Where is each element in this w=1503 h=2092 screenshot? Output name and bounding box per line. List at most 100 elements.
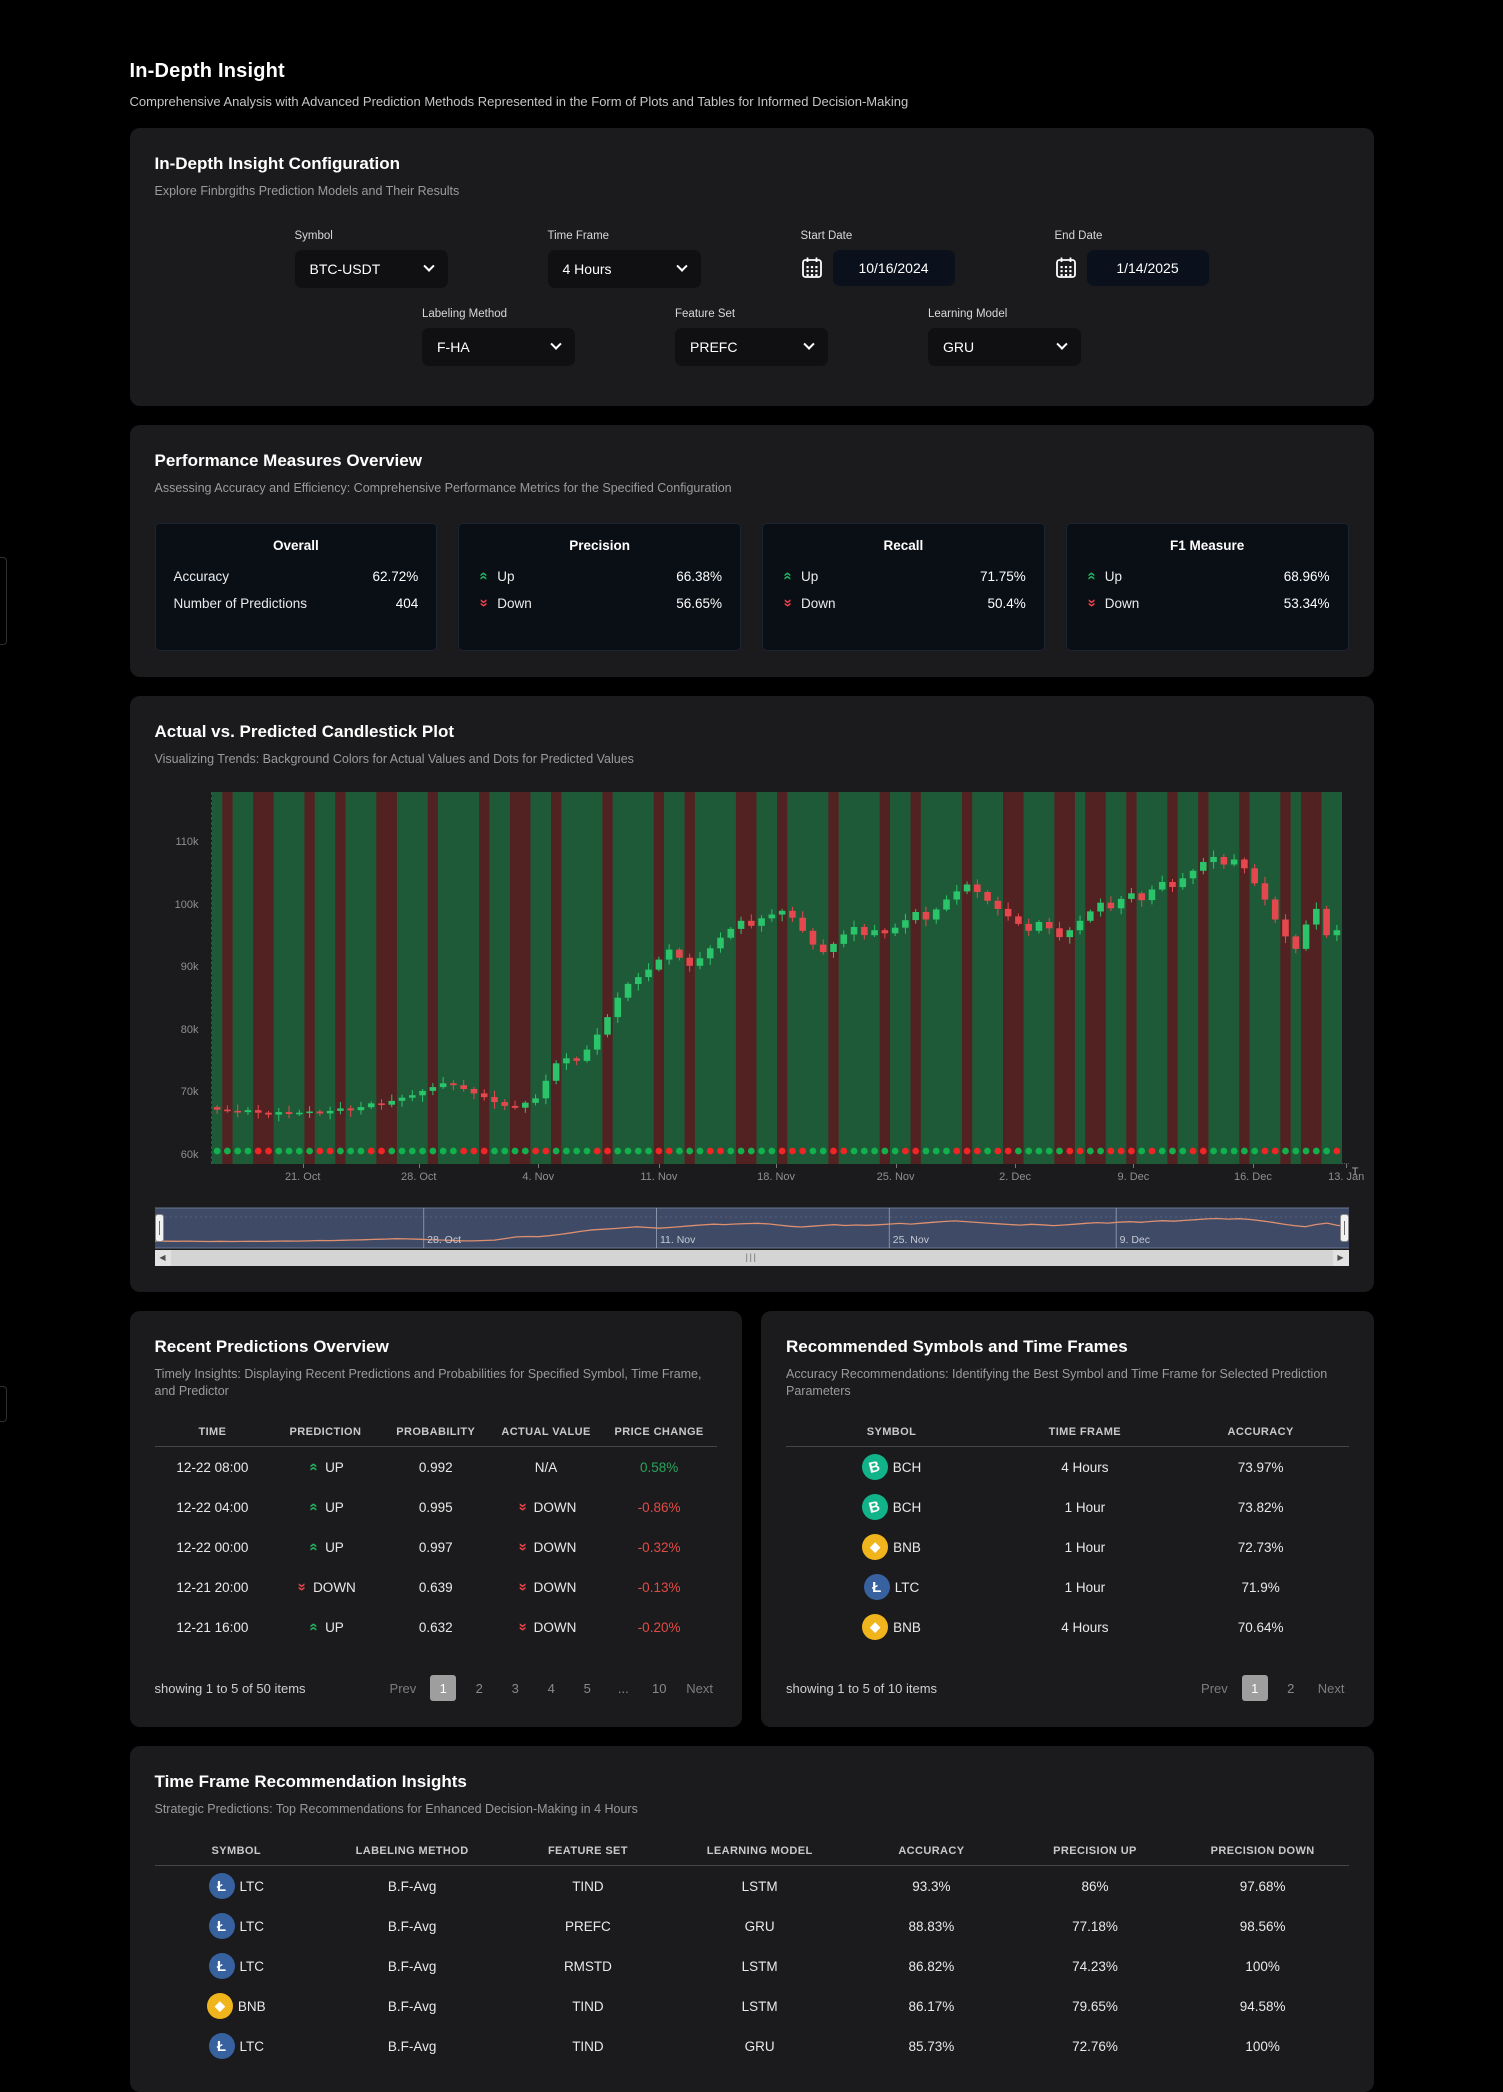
metric-label: «Up <box>1085 569 1122 584</box>
metric-label: «Down <box>477 596 532 611</box>
ltc-coin-icon: Ł <box>209 1953 235 1979</box>
column-header: PRECISION UP <box>1013 1845 1177 1857</box>
feature-set-select[interactable]: PREFC <box>675 328 828 366</box>
labeling-method-select[interactable]: F-HA <box>422 328 575 366</box>
candlestick-plot-area[interactable] <box>211 792 1349 1164</box>
range-navigator[interactable]: 28. Oct11. Nov25. Nov9. Dec <box>155 1206 1349 1250</box>
column-header: PROBABILITY <box>381 1426 491 1438</box>
page-button-10[interactable]: 10 <box>646 1675 672 1701</box>
labeling-method-cell: B.F-Avg <box>318 2039 506 2054</box>
column-header: PRECISION DOWN <box>1177 1845 1349 1857</box>
accuracy-cell: 72.73% <box>1173 1540 1349 1555</box>
next-button[interactable]: Next <box>682 1681 717 1696</box>
price-change-cell: -0.32% <box>601 1540 717 1555</box>
chevron-down-icon <box>550 338 561 349</box>
probability-cell: 0.632 <box>381 1620 491 1635</box>
accuracy-cell: 70.64% <box>1173 1620 1349 1635</box>
next-button[interactable]: Next <box>1314 1681 1349 1696</box>
chevron-down-icon: « <box>517 1581 527 1594</box>
select-value: 4 Hours <box>563 261 612 277</box>
scrollbar-grip[interactable]: ||| <box>746 1252 758 1263</box>
time-frame-select[interactable]: 4 Hours <box>548 250 701 288</box>
x-tick <box>1133 1164 1134 1168</box>
symbol-select[interactable]: BTC-USDT <box>295 250 448 288</box>
scrollbar-left-arrow-icon[interactable]: ◀ <box>155 1250 171 1266</box>
table-row: ◆BNBB.F-AvgTINDLSTM86.17%79.65%94.58% <box>155 1986 1349 2026</box>
page-button-2[interactable]: 2 <box>466 1675 492 1701</box>
table-row: BBCH1 Hour73.82% <box>786 1487 1349 1527</box>
chevron-up-icon: « <box>309 1541 319 1554</box>
viewport-edge-artifact <box>0 1386 7 1422</box>
x-tick <box>659 1164 660 1168</box>
field-label: Time Frame <box>548 230 701 242</box>
precision-up-cell: 72.76% <box>1013 2039 1177 2054</box>
field-label: Feature Set <box>675 308 828 320</box>
navigator-tick-label: 11. Nov <box>660 1234 695 1246</box>
card-title: Overall <box>174 538 419 553</box>
start-date-input[interactable]: 10/16/2024 <box>833 250 955 286</box>
metric-label: «Down <box>781 596 836 611</box>
page-button-1[interactable]: 1 <box>430 1675 456 1701</box>
metric-label: Number of Predictions <box>174 596 308 611</box>
dashboard-page: In-Depth Insight Comprehensive Analysis … <box>130 0 1374 2092</box>
chevron-up-icon: « <box>479 570 489 583</box>
recommended-symbols-panel: Recommended Symbols and Time Frames Accu… <box>761 1311 1374 1728</box>
time-cell: 12-22 00:00 <box>155 1540 271 1555</box>
y-tick-label: 90k <box>181 961 199 973</box>
page-button-5[interactable]: 5 <box>574 1675 600 1701</box>
navigator-svg <box>155 1206 1349 1250</box>
x-axis-end-label: T <box>1352 1166 1359 1178</box>
performance-subtitle: Assessing Accuracy and Efficiency: Compr… <box>155 480 1349 497</box>
performance-title: Performance Measures Overview <box>155 451 1349 471</box>
x-tick <box>1015 1164 1016 1168</box>
labeling-method-cell: B.F-Avg <box>318 1919 506 1934</box>
scrollbar-right-arrow-icon[interactable]: ▶ <box>1333 1250 1349 1266</box>
card-metric-row: Accuracy62.72% <box>174 569 419 584</box>
column-header: ACCURACY <box>850 1845 1014 1857</box>
chart-scrollbar[interactable]: ◀ ||| ▶ <box>155 1250 1349 1266</box>
navigator-right-handle[interactable] <box>1340 1214 1349 1242</box>
page-button-3[interactable]: 3 <box>502 1675 528 1701</box>
card-title: Recall <box>781 538 1026 553</box>
calendar-icon <box>801 256 823 280</box>
table-row: ŁLTCB.F-AvgRMSTDLSTM86.82%74.23%100% <box>155 1946 1349 1986</box>
feature-set-cell: TIND <box>506 1999 670 2014</box>
metric-label: «Up <box>477 569 514 584</box>
end-date-input[interactable]: 1/14/2025 <box>1087 250 1209 286</box>
page-button-1[interactable]: 1 <box>1242 1675 1268 1701</box>
column-header: ACCURACY <box>1173 1426 1349 1438</box>
direction-label: DOWN <box>313 1580 356 1595</box>
metric-value: 66.38% <box>676 569 722 584</box>
page-button-2[interactable]: 2 <box>1278 1675 1304 1701</box>
labeling-method-cell: B.F-Avg <box>318 1999 506 2014</box>
symbol-cell: Ł LTC <box>786 1574 997 1600</box>
probability-cell: 0.639 <box>381 1580 491 1595</box>
time-frame-cell: 1 Hour <box>997 1540 1173 1555</box>
navigator-tick-label: 28. Oct <box>427 1234 461 1246</box>
coin-glyph: Ł <box>872 1579 881 1596</box>
metric-value: 50.4% <box>987 596 1025 611</box>
bnb-coin-icon: ◆ <box>862 1534 888 1560</box>
direction-label: UP <box>325 1540 344 1555</box>
symbol-label: LTC <box>895 1580 920 1595</box>
table-row: BBCH4 Hours73.97% <box>786 1447 1349 1487</box>
config-field-end-date: End Date1/14/2025 <box>1055 230 1209 288</box>
precision-down-cell: 100% <box>1177 2039 1349 2054</box>
time-frame-cell: 4 Hours <box>997 1460 1173 1475</box>
column-header: SYMBOL <box>155 1845 319 1857</box>
learning-model-select[interactable]: GRU <box>928 328 1081 366</box>
prev-button[interactable]: Prev <box>1197 1681 1232 1696</box>
metric-value: 71.75% <box>980 569 1026 584</box>
tables-row: Recent Predictions Overview Timely Insig… <box>130 1292 1374 1728</box>
navigator-left-handle[interactable] <box>155 1214 164 1242</box>
pager: Prev 12 Next <box>1197 1675 1348 1701</box>
page-button-4[interactable]: 4 <box>538 1675 564 1701</box>
config-field-feature-set: Feature Set PREFC <box>675 308 828 366</box>
direction-label: N/A <box>535 1460 558 1475</box>
x-tick-label: 4. Nov <box>522 1171 554 1183</box>
direction-cell: «UP <box>270 1460 380 1475</box>
bnb-coin-icon: ◆ <box>207 1993 233 2019</box>
probability-cell: 0.992 <box>381 1460 491 1475</box>
precision-down-cell: 98.56% <box>1177 1919 1349 1934</box>
prev-button[interactable]: Prev <box>386 1681 421 1696</box>
